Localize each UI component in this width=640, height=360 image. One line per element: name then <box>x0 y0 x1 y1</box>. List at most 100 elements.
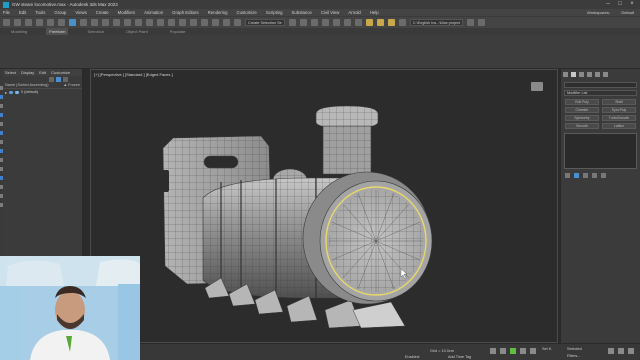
tab-customize[interactable]: Customize <box>51 70 70 75</box>
options-icon[interactable] <box>63 77 68 82</box>
schematic-view-icon[interactable] <box>343 19 351 26</box>
menu-views[interactable]: Views <box>75 10 86 15</box>
render-setup-icon[interactable] <box>365 19 373 26</box>
select-rotate-icon[interactable] <box>124 19 131 26</box>
next-frame-icon[interactable] <box>520 348 526 354</box>
menu-scripting[interactable]: Scripting <box>266 10 283 15</box>
viewport-label[interactable]: [+] [Perspective ] [Standard ] [Edged Fa… <box>94 72 173 77</box>
select-object-icon[interactable] <box>69 19 76 26</box>
menu-group[interactable]: Group <box>54 10 66 15</box>
menu-help[interactable]: Help <box>370 10 379 15</box>
render-frame-icon[interactable] <box>376 19 384 26</box>
close-button[interactable]: × <box>626 0 638 9</box>
tab-freeform[interactable]: Freeform <box>46 28 69 35</box>
material-editor-icon[interactable] <box>354 19 362 26</box>
visibility-eye-icon[interactable] <box>8 90 13 94</box>
filters-button[interactable]: Filters... <box>567 354 581 358</box>
percent-snap-icon[interactable] <box>212 19 219 26</box>
layer-explorer-icon[interactable] <box>310 19 318 26</box>
folder-icon[interactable] <box>467 19 475 26</box>
modifier-stack[interactable] <box>564 133 637 169</box>
menu-modifiers[interactable]: Modifiers <box>118 10 135 15</box>
spinner-snap-icon[interactable] <box>223 19 230 26</box>
tab-populate[interactable]: Populate <box>167 28 189 35</box>
snaps-toggle-icon[interactable] <box>190 19 197 26</box>
go-to-start-icon[interactable] <box>490 348 496 354</box>
curve-editor-icon[interactable] <box>332 19 340 26</box>
tab-selection[interactable]: Selection <box>84 28 106 35</box>
modifier-button[interactable]: Smooth <box>565 123 599 129</box>
configure-sets-icon[interactable] <box>601 173 606 178</box>
menu-file[interactable]: File <box>3 10 10 15</box>
modifier-list-dropdown[interactable]: Modifier List <box>564 90 637 96</box>
tab-select[interactable]: Select <box>5 70 16 75</box>
selection-filter-icon[interactable] <box>58 19 65 26</box>
pin-stack-icon[interactable] <box>565 173 570 178</box>
create-selection-set-dropdown[interactable]: Create Selection Se <box>245 19 285 26</box>
column-name[interactable]: Name (Sorted Ascending) <box>5 83 48 88</box>
selected-dropdown[interactable]: Selected <box>567 347 582 351</box>
scene-row-default[interactable]: ▸ 0 (default) <box>3 89 82 95</box>
modifier-button[interactable]: TurboSmooth <box>602 115 636 121</box>
find-icon[interactable] <box>56 77 61 82</box>
edit-named-selection-icon[interactable] <box>234 19 241 26</box>
orbit-icon[interactable] <box>628 348 634 354</box>
menu-arnold[interactable]: Arnold <box>348 10 360 15</box>
modifier-button[interactable]: Symmetry <box>565 115 599 121</box>
utilities-tab-icon[interactable] <box>603 72 608 77</box>
hierarchy-tab-icon[interactable] <box>579 72 584 77</box>
undo-icon[interactable] <box>3 19 10 26</box>
cloud-icon[interactable] <box>478 19 486 26</box>
previous-frame-icon[interactable] <box>500 348 506 354</box>
redo-icon[interactable] <box>14 19 21 26</box>
tab-modeling[interactable]: Modeling <box>8 28 30 35</box>
select-by-name-icon[interactable] <box>80 19 87 26</box>
modifier-button[interactable]: Sym-Poly <box>602 107 636 113</box>
modifier-button[interactable]: Lattice <box>602 123 636 129</box>
menu-graph-editors[interactable]: Graph Editors <box>172 10 199 15</box>
modifier-button[interactable]: Shell <box>602 99 636 105</box>
tab-display[interactable]: Display <box>21 70 34 75</box>
add-time-tag-button[interactable]: Add Time Tag <box>448 355 471 359</box>
window-crossing-icon[interactable] <box>102 19 109 26</box>
render-production-icon[interactable] <box>387 19 395 26</box>
pan-icon[interactable] <box>618 348 624 354</box>
menu-animation[interactable]: Animation <box>144 10 163 15</box>
locomotive-model[interactable] <box>91 70 559 344</box>
open-project-icon[interactable] <box>398 19 406 26</box>
make-unique-icon[interactable] <box>583 173 588 178</box>
keyboard-shortcut-icon[interactable] <box>179 19 186 26</box>
menu-civil-view[interactable]: Civil View <box>321 10 340 15</box>
maximize-button[interactable]: □ <box>614 0 626 9</box>
unlink-icon[interactable] <box>36 19 43 26</box>
modifier-button[interactable]: Chamfer <box>565 107 599 113</box>
menu-tools[interactable]: Tools <box>35 10 45 15</box>
perspective-viewport[interactable]: [+] [Perspective ] [Standard ] [Edged Fa… <box>90 69 558 343</box>
menu-edit[interactable]: Edit <box>19 10 26 15</box>
select-move-icon[interactable] <box>113 19 120 26</box>
create-tab-icon[interactable] <box>563 72 568 77</box>
workspaces-dropdown[interactable]: Default <box>621 10 634 15</box>
go-to-end-icon[interactable] <box>530 348 536 354</box>
menu-customize[interactable]: Customize <box>237 10 257 15</box>
reference-coord-icon[interactable] <box>146 19 153 26</box>
rectangle-selection-icon[interactable] <box>91 19 98 26</box>
tab-object-paint[interactable]: Object Paint <box>123 28 151 35</box>
remove-modifier-icon[interactable] <box>592 173 597 178</box>
pivot-center-icon[interactable] <box>157 19 164 26</box>
select-manipulate-icon[interactable] <box>168 19 175 26</box>
zoom-icon[interactable] <box>608 348 614 354</box>
filter-icon[interactable] <box>49 77 54 82</box>
align-icon[interactable] <box>299 19 307 26</box>
menu-substance[interactable]: Substance <box>292 10 312 15</box>
set-key-button[interactable]: Set K. <box>542 347 552 351</box>
angle-snap-icon[interactable] <box>201 19 208 26</box>
menu-rendering[interactable]: Rendering <box>208 10 228 15</box>
modify-tab-icon[interactable] <box>571 72 576 77</box>
minimize-button[interactable]: – <box>602 0 614 9</box>
show-end-result-icon[interactable] <box>574 173 579 178</box>
object-name-field[interactable] <box>564 82 637 88</box>
modifier-button[interactable]: Edit Poly <box>565 99 599 105</box>
display-tab-icon[interactable] <box>595 72 600 77</box>
toggle-scene-explorer-icon[interactable] <box>321 19 329 26</box>
